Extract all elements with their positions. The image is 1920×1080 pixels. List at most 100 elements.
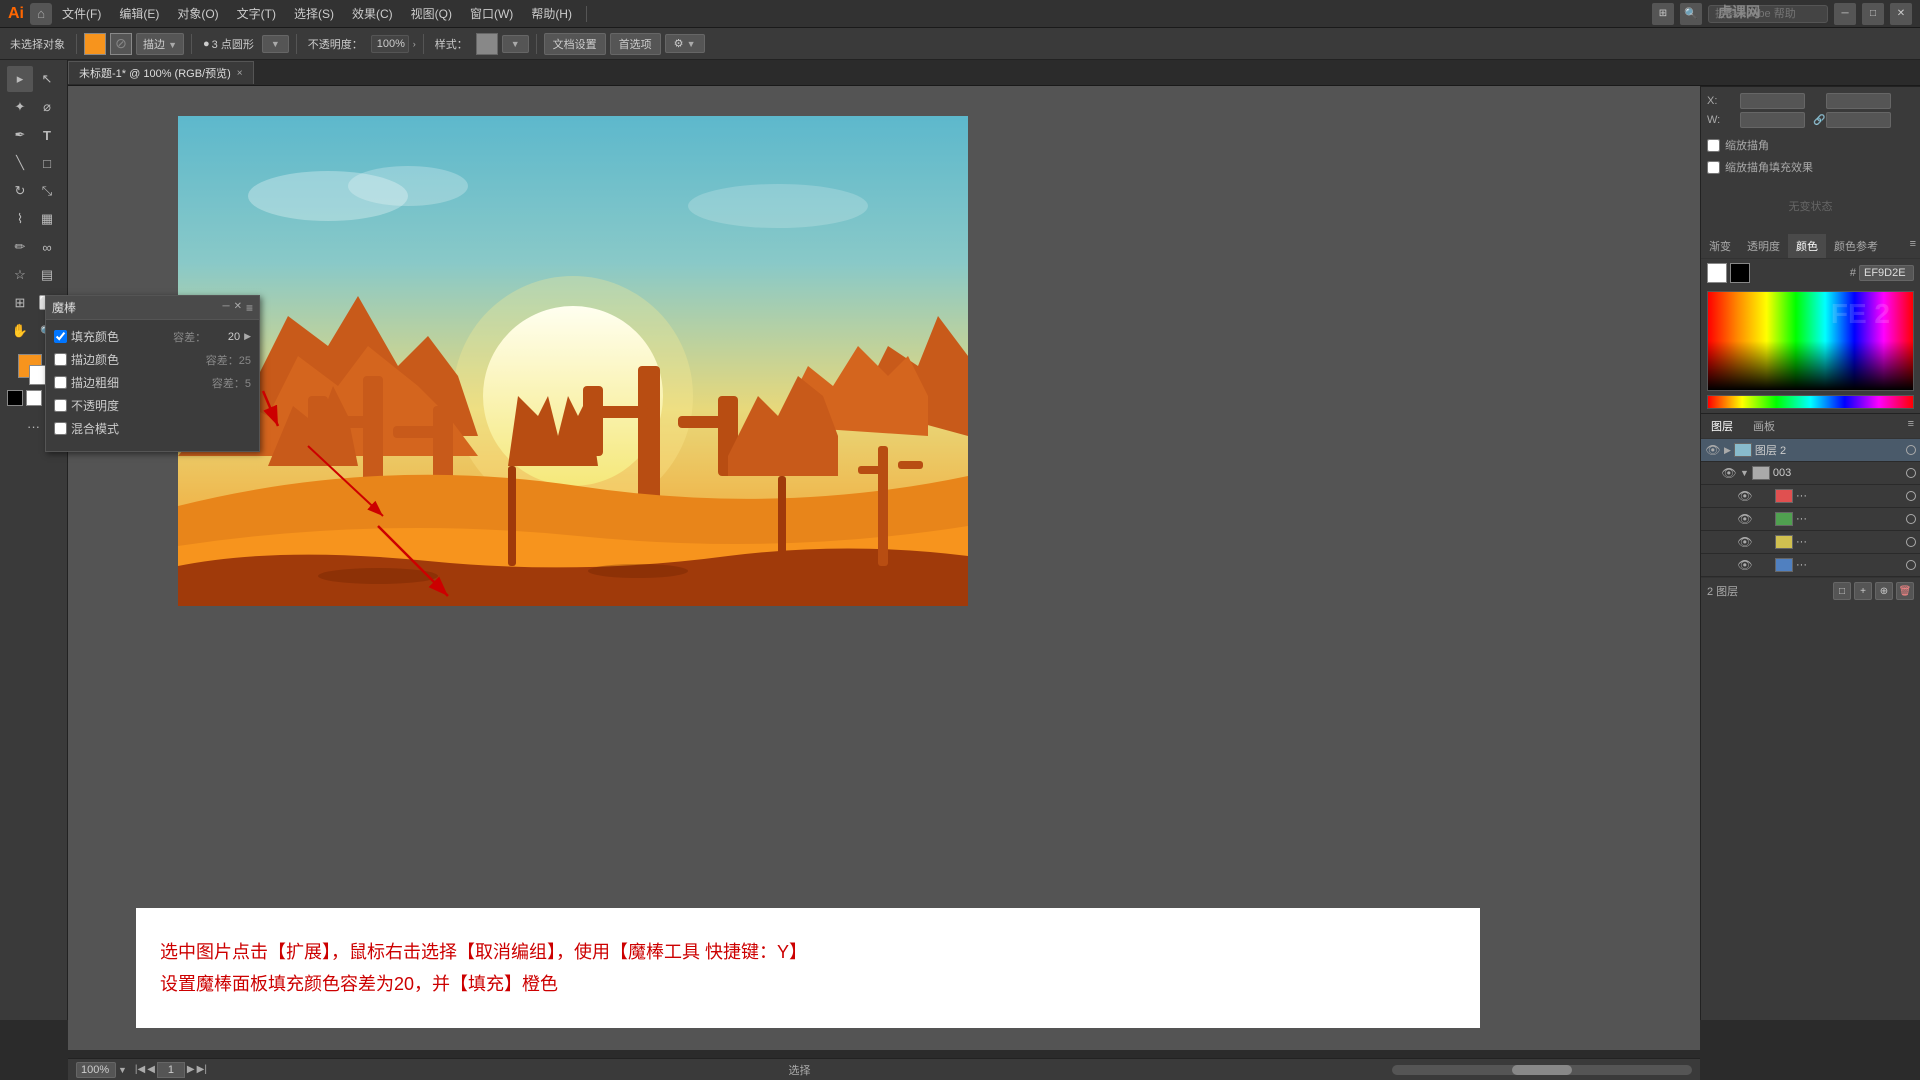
y-input[interactable] xyxy=(1826,93,1891,109)
make-clipping-mask-btn[interactable]: □ xyxy=(1833,582,1851,600)
close-btn[interactable]: ✕ xyxy=(1890,3,1912,25)
fill-color-box[interactable] xyxy=(84,33,106,55)
tab-color-ref[interactable]: 颜色参考 xyxy=(1826,234,1886,258)
sub1-visibility-icon[interactable]: 👁 xyxy=(1737,488,1753,504)
layer-sub-item-3[interactable]: 👁 ··· xyxy=(1701,531,1920,554)
zoom-dropdown-icon[interactable]: ▼ xyxy=(118,1065,127,1075)
tab-artboards[interactable]: 画板 xyxy=(1743,414,1785,438)
artwork-container[interactable] xyxy=(178,116,968,606)
direct-select-tool-btn[interactable]: ↖ xyxy=(34,66,60,92)
minimize-btn[interactable]: ─ xyxy=(1834,3,1856,25)
item003-expand-icon[interactable]: ▼ xyxy=(1740,468,1749,478)
layer2-expand-icon[interactable]: ▶ xyxy=(1724,445,1731,456)
stroke-color-box[interactable]: ⊘ xyxy=(110,33,132,55)
tab-layers[interactable]: 图层 xyxy=(1701,414,1743,438)
bar-chart-tool-btn[interactable]: ▤ xyxy=(34,262,60,288)
rotate-tool-btn[interactable]: ↻ xyxy=(7,178,33,204)
blend-mode-checkbox[interactable] xyxy=(54,422,67,435)
menu-select[interactable]: 选择(S) xyxy=(286,3,342,24)
line-tool-btn[interactable]: ╲ xyxy=(7,150,33,176)
black-color-swatch[interactable] xyxy=(1730,263,1750,283)
panel-menu-btn[interactable]: ≡ xyxy=(246,301,253,315)
maximize-btn[interactable]: □ xyxy=(1862,3,1884,25)
menu-file[interactable]: 文件(F) xyxy=(54,3,109,24)
magic-wand-tool-btn[interactable]: ✦ xyxy=(7,94,33,120)
color-hex-input[interactable] xyxy=(1859,265,1914,281)
panel-collapse-btn[interactable]: ─ xyxy=(223,301,230,315)
style-box[interactable] xyxy=(476,33,498,55)
w-input[interactable] xyxy=(1740,112,1805,128)
layer-sub-item-1[interactable]: 👁 ··· xyxy=(1701,485,1920,508)
scale-tool-btn[interactable]: ⤡ xyxy=(34,178,60,204)
eyedropper-tool-btn[interactable]: ✏ xyxy=(7,234,33,260)
document-tab[interactable]: 未标题-1* @ 100% (RGB/预览) × xyxy=(68,61,254,84)
page-input[interactable] xyxy=(157,1062,185,1078)
fill-tolerance-arrow[interactable]: ▶ xyxy=(244,331,251,342)
tab-opacity[interactable]: 透明度 xyxy=(1739,234,1788,258)
first-page-btn[interactable]: |◀ xyxy=(135,1064,145,1075)
prev-page-btn[interactable]: ◀ xyxy=(147,1064,155,1075)
rect-tool-btn[interactable]: □ xyxy=(34,150,60,176)
scrollbar-thumb[interactable] xyxy=(1512,1065,1572,1075)
select-tool-btn[interactable]: ▸ xyxy=(7,66,33,92)
menu-help[interactable]: 帮助(H) xyxy=(523,3,580,24)
type-tool-btn[interactable]: T xyxy=(34,122,60,148)
home-button[interactable]: ⌂ xyxy=(30,3,52,25)
color-panel-menu[interactable]: ≡ xyxy=(1906,234,1920,258)
opacity-value[interactable]: 100% xyxy=(371,35,409,53)
panel-close-btn[interactable]: ✕ xyxy=(234,301,242,315)
style-dropdown[interactable]: ▼ xyxy=(502,35,529,53)
slice-tool-btn[interactable]: ⊞ xyxy=(7,290,33,316)
workspace-btn[interactable]: ⊞ xyxy=(1652,3,1674,25)
foreground-color[interactable] xyxy=(18,354,42,378)
scale-fill-checkbox[interactable] xyxy=(1707,161,1720,174)
fill-color-checkbox[interactable] xyxy=(54,330,67,343)
menu-text[interactable]: 文字(T) xyxy=(229,3,284,24)
last-page-btn[interactable]: ▶| xyxy=(197,1064,207,1075)
tab-gradient[interactable]: 渐变 xyxy=(1701,234,1739,258)
brush-selector[interactable]: 描边 ▼ xyxy=(136,33,184,55)
layer-item-003[interactable]: 👁 ▼ 003 xyxy=(1701,462,1920,485)
layer-sub-item-4[interactable]: 👁 ··· xyxy=(1701,554,1920,577)
white-swatch[interactable] xyxy=(26,390,42,406)
menu-window[interactable]: 窗口(W) xyxy=(462,3,521,24)
doc-settings-btn[interactable]: 文档设置 xyxy=(544,33,606,55)
hand-tool-btn[interactable]: ✋ xyxy=(7,318,33,344)
layer-menu-btn[interactable]: ≡ xyxy=(1902,414,1920,438)
scale-stroke-checkbox[interactable] xyxy=(1707,139,1720,152)
menu-effect[interactable]: 效果(C) xyxy=(344,3,401,24)
layer2-visibility-icon[interactable]: 👁 xyxy=(1705,442,1721,458)
create-new-sublayer-btn[interactable]: + xyxy=(1854,582,1872,600)
opacity-checkbox[interactable] xyxy=(54,399,67,412)
graph-tool-btn[interactable]: ▦ xyxy=(34,206,60,232)
menu-object[interactable]: 对象(O) xyxy=(169,3,226,24)
item003-visibility-icon[interactable]: 👁 xyxy=(1721,465,1737,481)
menu-edit[interactable]: 编辑(E) xyxy=(111,3,167,24)
pen-tool-btn[interactable]: ✒ xyxy=(7,122,33,148)
lasso-tool-btn[interactable]: ⌀ xyxy=(34,94,60,120)
next-page-btn[interactable]: ▶ xyxy=(187,1064,195,1075)
symbol-tool-btn[interactable]: ☆ xyxy=(7,262,33,288)
zoom-input[interactable] xyxy=(76,1062,116,1078)
stroke-color-checkbox[interactable] xyxy=(54,353,67,366)
h-input[interactable] xyxy=(1826,112,1891,128)
sub2-visibility-icon[interactable]: 👁 xyxy=(1737,511,1753,527)
document-tab-close[interactable]: × xyxy=(237,68,243,79)
black-swatch[interactable] xyxy=(7,390,23,406)
tab-color[interactable]: 颜色 xyxy=(1788,234,1826,258)
hue-slider[interactable] xyxy=(1707,395,1914,409)
layer-item-layer2[interactable]: 👁 ▶ 图层 2 xyxy=(1701,439,1920,462)
x-input[interactable] xyxy=(1740,93,1805,109)
white-color-swatch[interactable] xyxy=(1707,263,1727,283)
warp-tool-btn[interactable]: ⌇ xyxy=(7,206,33,232)
create-new-layer-btn[interactable]: ⊕ xyxy=(1875,582,1893,600)
points-dropdown[interactable]: ▼ xyxy=(262,35,289,53)
stroke-width-checkbox[interactable] xyxy=(54,376,67,389)
layer-sub-item-2[interactable]: 👁 ··· xyxy=(1701,508,1920,531)
menu-view[interactable]: 视图(Q) xyxy=(403,3,460,24)
blend-tool-btn[interactable]: ∞ xyxy=(34,234,60,260)
sub4-visibility-icon[interactable]: 👁 xyxy=(1737,557,1753,573)
horizontal-scrollbar[interactable] xyxy=(1392,1065,1692,1075)
delete-layer-btn[interactable]: 🗑 xyxy=(1896,582,1914,600)
sub3-visibility-icon[interactable]: 👁 xyxy=(1737,534,1753,550)
